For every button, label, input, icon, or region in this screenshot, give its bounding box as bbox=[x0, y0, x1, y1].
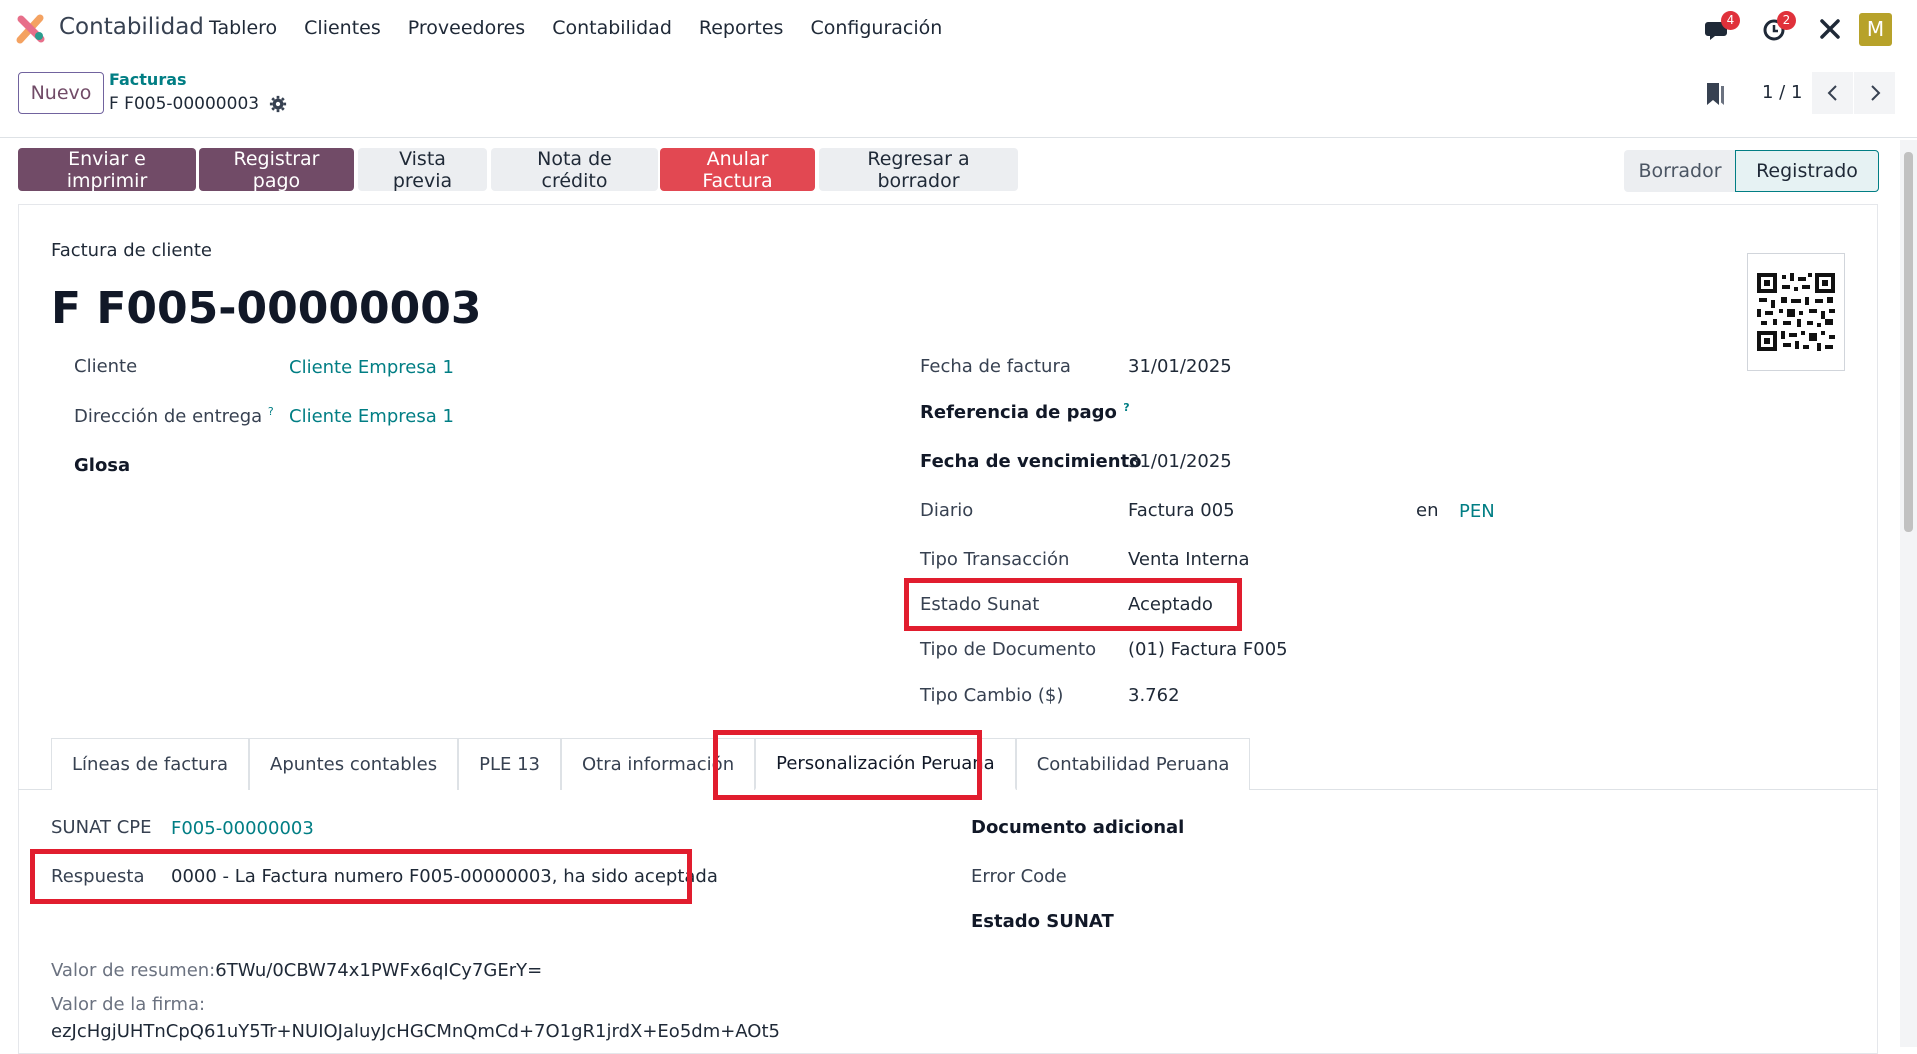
tab-ple-13[interactable]: PLE 13 bbox=[458, 738, 561, 790]
invoice-date-field[interactable]: 31/01/2025 bbox=[1128, 356, 1232, 377]
delivery-address-label: Dirección de entrega ? bbox=[74, 405, 274, 427]
invoice-number: F F005-00000003 bbox=[51, 283, 482, 334]
delivery-address-field[interactable]: Cliente Empresa 1 bbox=[289, 406, 454, 427]
highlight-box-response bbox=[30, 849, 692, 904]
help-tooltip-icon[interactable]: ? bbox=[268, 405, 274, 418]
sunat-status-label: Estado SUNAT bbox=[971, 911, 1114, 932]
exchange-rate-label: Tipo Cambio ($) bbox=[920, 685, 1064, 706]
signature-value-field: ezJcHgjUHTnCpQ61uY5Tr+NUIOJaluyJcHGCMnQm… bbox=[51, 1021, 780, 1042]
document-type-label: Tipo de Documento bbox=[920, 639, 1097, 660]
glosa-label: Glosa bbox=[74, 455, 131, 476]
tab-peruvian-accounting[interactable]: Contabilidad Peruana bbox=[1015, 738, 1251, 790]
highlight-box-sunat-state bbox=[904, 578, 1242, 631]
highlight-box-active-tab bbox=[713, 730, 982, 800]
chevron-left-icon bbox=[1827, 85, 1837, 101]
reset-draft-button[interactable]: Regresar a borrador bbox=[819, 148, 1018, 192]
register-payment-button[interactable]: Registrar pago bbox=[199, 148, 354, 192]
new-button[interactable]: Nuevo bbox=[18, 72, 104, 114]
delivery-address-label-text: Dirección de entrega bbox=[74, 406, 263, 427]
tools-button[interactable] bbox=[1815, 14, 1845, 44]
exchange-rate-field[interactable]: 3.762 bbox=[1128, 685, 1180, 706]
app-logo-icon[interactable] bbox=[16, 14, 46, 44]
menu-item-reportes[interactable]: Reportes bbox=[699, 17, 784, 39]
tools-icon bbox=[1820, 19, 1840, 39]
control-panel: Nuevo Facturas F F005-00000003 1 / 1 bbox=[0, 59, 1917, 138]
messages-badge: 4 bbox=[1721, 11, 1740, 30]
breadcrumb-parent[interactable]: Facturas bbox=[109, 70, 187, 89]
activities-button[interactable]: 2 bbox=[1760, 11, 1796, 44]
payment-reference-label-text: Referencia de pago bbox=[920, 402, 1117, 423]
invoice-date-label: Fecha de factura bbox=[920, 356, 1071, 377]
menu-item-tablero[interactable]: Tablero bbox=[209, 17, 277, 39]
user-avatar[interactable]: M bbox=[1859, 13, 1892, 46]
due-date-label: Fecha de vencimiento bbox=[920, 451, 1142, 472]
currency-prefix: en bbox=[1416, 500, 1439, 521]
tab-journal-items[interactable]: Apuntes contables bbox=[249, 738, 459, 790]
top-navbar: Contabilidad Tablero Clientes Proveedore… bbox=[0, 0, 1917, 59]
stage-posted[interactable]: Registrado bbox=[1735, 150, 1879, 192]
signature-value-label: Valor de la firma: bbox=[51, 994, 206, 1015]
additional-document-label: Documento adicional bbox=[971, 817, 1185, 838]
scrollbar-thumb[interactable] bbox=[1904, 152, 1913, 532]
activities-badge: 2 bbox=[1777, 11, 1796, 30]
stage-draft[interactable]: Borrador bbox=[1624, 150, 1736, 192]
summary-value-field: 6TWu/0CBW74x1PWFx6qICy7GErY= bbox=[215, 960, 543, 981]
main-menu: Tablero Clientes Proveedores Contabilida… bbox=[209, 17, 969, 39]
error-code-label: Error Code bbox=[971, 866, 1067, 887]
gear-icon[interactable] bbox=[269, 95, 287, 113]
menu-item-contabilidad[interactable]: Contabilidad bbox=[552, 17, 672, 39]
client-label: Cliente bbox=[74, 356, 138, 377]
qr-code bbox=[1747, 253, 1845, 371]
journal-label: Diario bbox=[920, 500, 974, 521]
payment-reference-label: Referencia de pago ? bbox=[920, 401, 1130, 423]
chevron-right-icon bbox=[1870, 85, 1880, 101]
due-date-field[interactable]: 31/01/2025 bbox=[1128, 451, 1232, 472]
sunat-cpe-field[interactable]: F005-00000003 bbox=[171, 818, 314, 839]
help-tooltip-icon[interactable]: ? bbox=[1123, 401, 1129, 414]
sunat-cpe-label: SUNAT CPE bbox=[51, 817, 152, 838]
menu-item-configuracion[interactable]: Configuración bbox=[810, 17, 942, 39]
cancel-invoice-button[interactable]: Anular Factura bbox=[660, 148, 815, 192]
document-kind: Factura de cliente bbox=[51, 240, 212, 261]
pager-value[interactable]: 1 / 1 bbox=[1762, 82, 1802, 103]
tab-invoice-lines[interactable]: Líneas de factura bbox=[51, 738, 250, 790]
page-scrollbar[interactable] bbox=[1900, 140, 1917, 1047]
transaction-type-label: Tipo Transacción bbox=[920, 549, 1070, 570]
journal-field[interactable]: Factura 005 bbox=[1128, 500, 1235, 521]
client-field[interactable]: Cliente Empresa 1 bbox=[289, 357, 454, 378]
preview-button[interactable]: Vista previa bbox=[358, 148, 487, 192]
send-print-button[interactable]: Enviar e imprimir bbox=[18, 148, 196, 192]
menu-item-proveedores[interactable]: Proveedores bbox=[408, 17, 525, 39]
transaction-type-field[interactable]: Venta Interna bbox=[1128, 549, 1250, 570]
credit-note-button[interactable]: Nota de crédito bbox=[491, 148, 658, 192]
breadcrumb-current: F F005-00000003 bbox=[109, 94, 287, 114]
breadcrumb-current-label: F F005-00000003 bbox=[109, 94, 260, 114]
notebook-tabs: Líneas de factura Apuntes contables PLE … bbox=[51, 738, 1251, 790]
menu-item-clientes[interactable]: Clientes bbox=[304, 17, 381, 39]
form-statusbar: Enviar e imprimir Registrar pago Vista p… bbox=[0, 138, 1917, 204]
bookmark-icon[interactable] bbox=[1704, 81, 1726, 107]
pager-next-button[interactable] bbox=[1854, 72, 1895, 114]
summary-value-row: Valor de resumen:6TWu/0CBW74x1PWFx6qICy7… bbox=[51, 960, 542, 981]
qr-code-icon bbox=[1757, 273, 1835, 351]
summary-value-label: Valor de resumen: bbox=[51, 960, 216, 981]
currency-field[interactable]: PEN bbox=[1459, 501, 1495, 522]
messages-button[interactable]: 4 bbox=[1704, 11, 1740, 44]
app-name[interactable]: Contabilidad bbox=[59, 14, 204, 40]
document-type-field[interactable]: (01) Factura F005 bbox=[1128, 639, 1288, 660]
pager-previous-button[interactable] bbox=[1812, 72, 1853, 114]
